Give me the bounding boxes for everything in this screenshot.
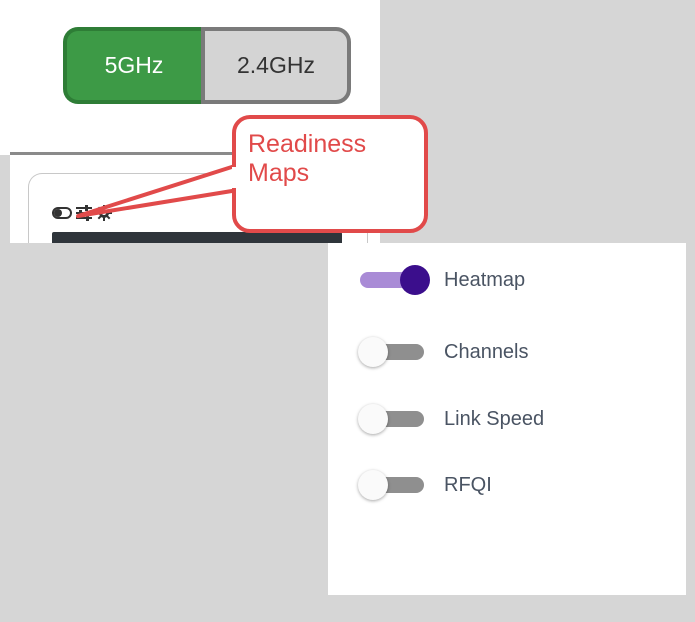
channels-switch[interactable] bbox=[358, 337, 434, 367]
callout-text-line: Maps bbox=[248, 159, 310, 187]
background-region bbox=[0, 155, 10, 622]
layer-toggle-rfqi[interactable]: RFQI bbox=[358, 470, 492, 500]
layer-label: Channels bbox=[444, 340, 529, 363]
band-selector: 5GHz 2.4GHz bbox=[63, 27, 351, 104]
layer-toggle-link-speed[interactable]: Link Speed bbox=[358, 404, 544, 434]
rfqi-switch[interactable] bbox=[358, 470, 434, 500]
layer-toggle-heatmap[interactable]: Heatmap bbox=[358, 265, 525, 295]
layer-label: Link Speed bbox=[444, 407, 545, 430]
sliders-icon[interactable] bbox=[75, 204, 93, 226]
heatmap-switch[interactable] bbox=[358, 265, 434, 295]
layer-label: RFQI bbox=[444, 473, 492, 496]
callout-text: Readiness Maps bbox=[248, 130, 418, 188]
band-2-4ghz-button[interactable]: 2.4GHz bbox=[201, 27, 351, 104]
band-5ghz-button[interactable]: 5GHz bbox=[63, 27, 201, 104]
callout-text-line: Readiness bbox=[248, 130, 367, 158]
toggle-icon[interactable] bbox=[52, 206, 72, 225]
card-toolbar bbox=[52, 204, 112, 226]
map-preview bbox=[52, 232, 342, 243]
gear-icon[interactable] bbox=[96, 204, 112, 226]
layer-toggle-channels[interactable]: Channels bbox=[358, 337, 529, 367]
layer-label: Heatmap bbox=[444, 268, 526, 291]
link-speed-switch[interactable] bbox=[358, 404, 434, 434]
